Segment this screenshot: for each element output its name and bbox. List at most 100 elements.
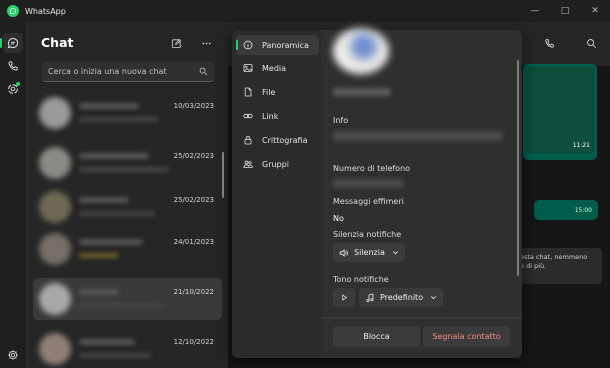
minimize-button[interactable]: — <box>520 0 550 22</box>
chats-icon[interactable] <box>0 33 23 53</box>
nav-label: Link <box>262 111 279 121</box>
nav-overview[interactable]: Panoramica <box>236 35 319 55</box>
block-button[interactable]: Blocca <box>333 326 420 347</box>
overview-content: Info Numero di telefono Messaggi effimer… <box>321 28 522 358</box>
status-unread-dot <box>16 82 20 86</box>
voice-call-icon[interactable] <box>542 36 556 50</box>
mute-label: Silenzia notifiche <box>333 230 402 239</box>
image-icon <box>243 64 253 72</box>
chat-date: 25/02/2023 <box>173 196 214 204</box>
contact-name <box>79 339 135 345</box>
play-icon <box>341 294 347 301</box>
phone-value-redacted <box>333 179 403 188</box>
media-message-bubble[interactable]: 11:21 <box>523 64 597 160</box>
nav-rail <box>0 22 26 368</box>
maximize-button[interactable]: □ <box>550 0 580 22</box>
app-title: WhatsApp <box>25 6 66 16</box>
close-button[interactable]: ✕ <box>580 0 610 22</box>
chat-date: 21/10/2022 <box>173 288 214 296</box>
nav-encryption[interactable]: Crittografia <box>236 130 319 150</box>
contact-info-popup: Panoramica Media File Link Crittografia … <box>232 28 522 358</box>
last-message <box>79 211 155 216</box>
avatar <box>39 97 71 129</box>
nav-label: Gruppi <box>262 159 289 169</box>
report-contact-button[interactable]: Segnala contatto <box>423 326 510 347</box>
nav-label: Media <box>262 63 287 73</box>
status-icon[interactable] <box>3 79 23 99</box>
chat-list-pane: Chat 10/03/2023 25/02/2023 25/02/2023 <box>26 22 228 368</box>
system-notice: esta chat, nemmeno e di più. <box>516 248 602 284</box>
chat-list-item-selected[interactable]: 21/10/2022 <box>33 278 222 320</box>
lock-icon <box>244 135 252 145</box>
chat-list-scrollbar[interactable] <box>222 152 224 198</box>
chat-list-item[interactable]: 10/03/2023 <box>33 92 222 134</box>
ephemeral-value: No <box>333 214 344 223</box>
search-icon <box>199 67 208 76</box>
tone-dropdown[interactable]: Predefinito <box>359 288 444 307</box>
speaker-icon <box>339 248 348 257</box>
search-messages-icon[interactable] <box>584 36 598 50</box>
group-icon <box>243 160 253 168</box>
chat-date: 12/10/2022 <box>173 338 214 346</box>
info-nav: Panoramica Media File Link Crittografia … <box>232 30 321 358</box>
settings-icon[interactable] <box>7 349 19 361</box>
avatar <box>39 191 71 223</box>
nav-label: Crittografia <box>262 135 308 145</box>
last-message <box>79 253 119 258</box>
message-time: 15:00 <box>574 207 592 214</box>
whatsapp-logo-icon <box>7 5 19 17</box>
avatar <box>39 283 71 315</box>
avatar <box>39 333 71 365</box>
last-message <box>79 353 151 358</box>
media-thumbnail: 11:21 <box>526 67 594 153</box>
link-icon <box>243 113 253 119</box>
info-scrollbar[interactable] <box>517 60 519 276</box>
chevron-down-icon <box>431 296 437 300</box>
last-message <box>79 303 163 308</box>
avatar <box>39 233 71 265</box>
calls-icon[interactable] <box>3 56 23 76</box>
more-options-icon[interactable] <box>199 36 213 50</box>
avatar <box>39 147 71 179</box>
chat-list-item[interactable]: 24/01/2023 <box>33 228 222 270</box>
contact-name <box>79 197 129 203</box>
contact-name <box>79 153 149 159</box>
nav-label: File <box>262 87 276 97</box>
nav-links[interactable]: Link <box>236 106 319 126</box>
chat-list-item[interactable]: 12/10/2022 <box>33 328 222 368</box>
contact-avatar <box>333 28 389 74</box>
mute-button-label: Silenzia <box>354 248 385 257</box>
tone-label: Tono notifiche <box>333 275 389 284</box>
ephemeral-label: Messaggi effimeri <box>333 197 404 206</box>
message-time: 11:21 <box>572 142 590 149</box>
search-box[interactable] <box>42 62 214 82</box>
divider <box>321 317 522 318</box>
chevron-down-icon <box>392 251 398 255</box>
contact-name-redacted <box>333 88 391 96</box>
nav-media[interactable]: Media <box>236 58 319 78</box>
title-bar: WhatsApp — □ ✕ <box>0 0 610 22</box>
info-label: Info <box>333 116 349 125</box>
chat-date: 25/02/2023 <box>173 152 214 160</box>
chat-list-item[interactable]: 25/02/2023 <box>33 186 222 228</box>
nav-files[interactable]: File <box>236 82 319 102</box>
chat-date: 24/01/2023 <box>173 238 214 246</box>
system-notice-line: esta chat, nemmeno <box>520 253 588 261</box>
chat-list-item[interactable]: 25/02/2023 <box>33 142 222 184</box>
mute-dropdown[interactable]: Silenzia <box>333 243 405 262</box>
music-note-icon <box>366 292 374 302</box>
tone-button-label: Predefinito <box>380 293 424 302</box>
nav-groups[interactable]: Gruppi <box>236 154 319 174</box>
outgoing-message-bubble[interactable]: 15:00 <box>534 200 598 220</box>
last-message <box>79 167 169 172</box>
contact-name <box>79 289 119 295</box>
search-input[interactable] <box>48 67 196 76</box>
last-message <box>79 117 159 122</box>
contact-name <box>79 103 139 109</box>
play-tone-button[interactable] <box>333 288 355 307</box>
system-notice-line: e di più. <box>520 262 547 270</box>
info-value-redacted <box>333 131 503 141</box>
file-icon <box>244 87 252 97</box>
chat-list-title: Chat <box>41 35 74 50</box>
new-chat-icon[interactable] <box>169 36 183 50</box>
